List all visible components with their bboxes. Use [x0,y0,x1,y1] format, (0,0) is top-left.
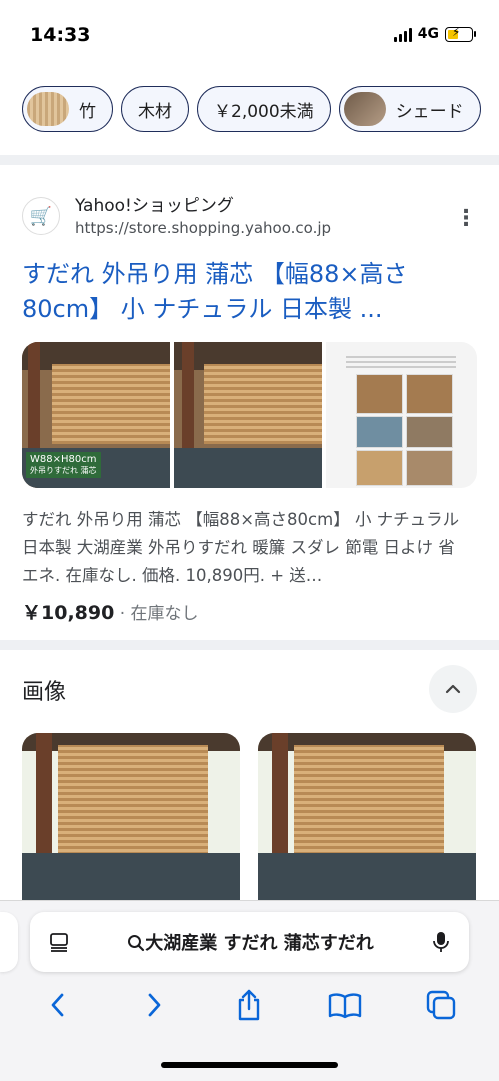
chip-shade[interactable]: シェード [338,86,481,132]
network-type: 4G [417,26,439,42]
result-snippet: すだれ 外吊り用 蒲芯 【幅88×高さ80cm】 小 ナチュラル 日本製 大湖産… [22,510,460,585]
chip-wood[interactable]: 木材 [121,86,189,132]
filter-chips: 竹 木材 ￥2,000未満 シェード [22,86,481,132]
chip-thumbnail [27,92,69,126]
back-icon[interactable] [33,980,83,1030]
browser-toolbar [0,980,499,1030]
chip-bamboo[interactable]: 竹 [22,86,113,132]
chip-label: 木材 [138,101,172,122]
signal-icon [393,26,412,42]
chip-label: シェード [395,101,464,122]
images-section-title: 画像 [22,680,67,705]
share-icon[interactable] [224,980,274,1030]
result-image-2[interactable] [174,342,322,488]
availability: · 在庫なし [119,604,199,624]
image-badge: W88×H80cm 外吊りすだれ 蒲芯 [26,452,101,478]
site-name[interactable]: Yahoo!ショッピング [75,191,234,216]
result-title-link[interactable]: すだれ 外吊り用 蒲芯 【幅88×高さ80cm】 小 ナチュラル 日本製 ... [22,257,462,327]
site-url[interactable]: https://store.shopping.yahoo.co.jp [75,219,331,237]
tabs-icon[interactable] [48,931,70,953]
price: ￥10,890 [22,602,115,624]
status-time: 14:33 [30,24,91,46]
section-divider [0,155,499,165]
bookmarks-icon[interactable] [320,980,370,1030]
image-result-2[interactable] [258,733,476,913]
result-image-1[interactable]: W88×H80cm 外吊りすだれ 蒲芯 [22,342,170,488]
tabs-overview-icon[interactable] [416,980,466,1030]
battery-icon: ⚡ [445,25,476,42]
section-divider [0,640,499,650]
price-row: ￥10,890 · 在庫なし [22,598,199,625]
address-query: 大湖産業 すだれ 蒲芯すだれ [70,929,431,955]
mic-icon[interactable] [431,930,451,954]
image-result-1[interactable] [22,733,240,913]
chip-label: 竹 [79,101,96,122]
home-indicator [161,1062,338,1068]
chevron-up-icon[interactable] [429,665,477,713]
kebab-icon[interactable]: ⋮ [455,206,477,231]
result-image-3[interactable] [326,342,477,488]
chip-label: ￥2,000未満 [214,101,314,122]
status-indicators: 4G ⚡ [393,25,476,42]
search-icon [128,935,145,952]
previous-tab-edge[interactable] [0,912,18,972]
forward-icon[interactable] [129,980,179,1030]
address-bar[interactable]: 大湖産業 すだれ 蒲芯すだれ [30,912,469,972]
cart-icon[interactable]: 🛒 [22,197,60,235]
chip-price[interactable]: ￥2,000未満 [197,86,331,132]
chip-thumbnail [343,92,386,126]
